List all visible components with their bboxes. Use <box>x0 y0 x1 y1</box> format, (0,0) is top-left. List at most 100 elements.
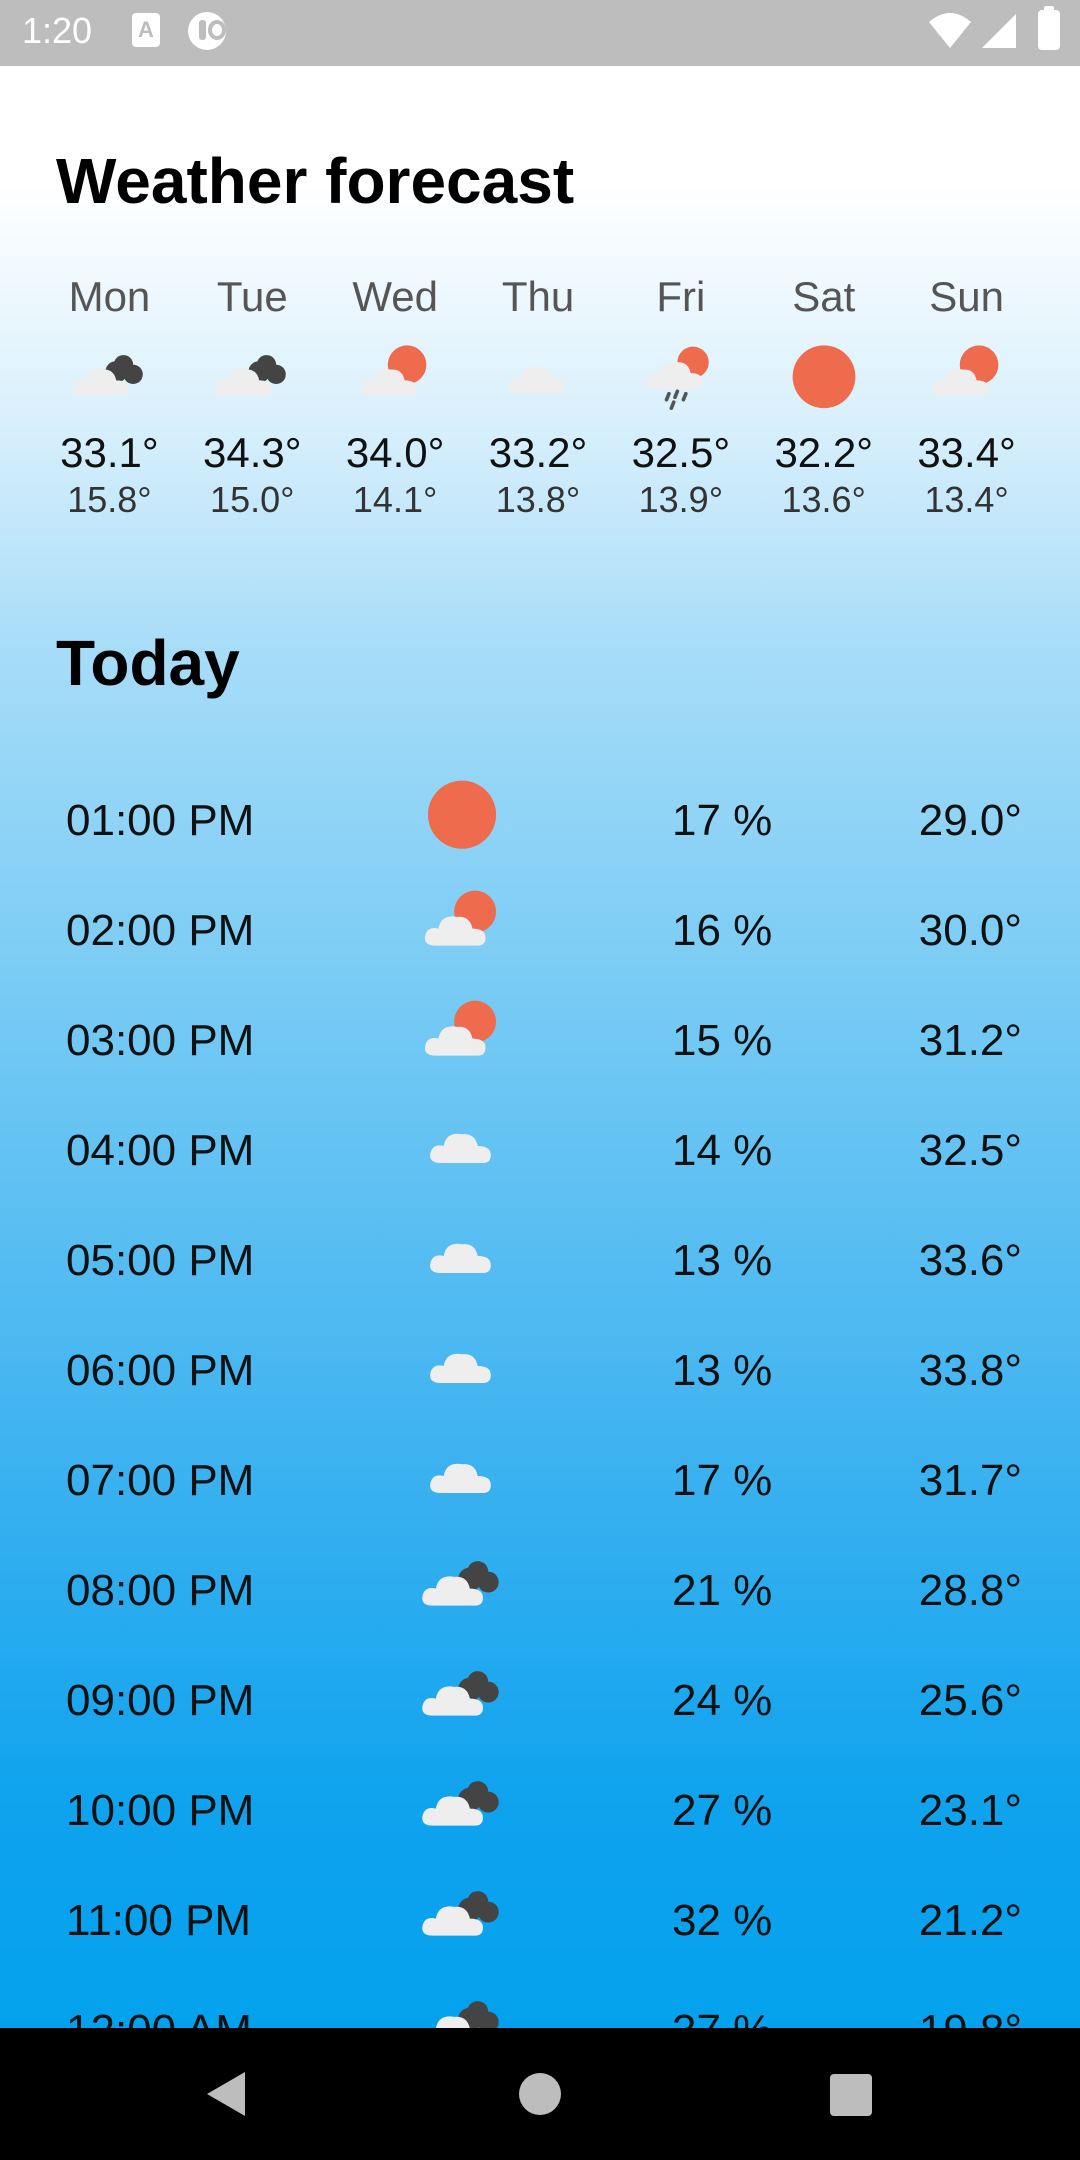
recents-icon[interactable] <box>830 2074 872 2116</box>
day-low-temp: 13.8° <box>495 479 581 520</box>
cloudy-night-icon <box>422 1656 502 1736</box>
precipitation-chance: 15 % <box>672 1016 773 1065</box>
partly-cloudy-icon <box>324 333 467 423</box>
battery-icon <box>1038 6 1060 50</box>
precipitation-chance: 37 % <box>672 2006 772 2028</box>
hour-time: 10:00 PM <box>66 1786 255 1835</box>
hour-temperature: 21.2° <box>918 1896 1022 1945</box>
day-low-temp: 13.9° <box>638 479 724 520</box>
precipitation-chance: 13 % <box>672 1346 773 1395</box>
day-low-temp: 15.8° <box>67 479 152 520</box>
p-notification-icon <box>188 12 226 50</box>
precipitation-chance: 16 % <box>672 906 773 955</box>
precipitation-chance: 24 % <box>672 1676 773 1725</box>
a-notification-icon: A <box>132 13 160 47</box>
sunny-icon <box>422 776 502 856</box>
hour-row: 01:00 PM 17 % 29.0° <box>0 766 1080 876</box>
day-name: Mon <box>68 273 151 320</box>
cloudy-icon <box>422 1326 502 1406</box>
navigation-bar <box>0 2028 1080 2160</box>
hour-row: 11:00 PM 32 % 21.2° <box>0 1866 1080 1976</box>
day-high-temp: 33.2° <box>488 429 588 476</box>
status-time: 1:20 <box>22 10 93 51</box>
day-name: Thu <box>501 273 575 320</box>
day-forecast-thu: Thu 33.2° 13.8° <box>467 273 610 521</box>
hour-time: 05:00 PM <box>66 1236 255 1285</box>
sunny-icon <box>752 333 895 423</box>
hour-row: 05:00 PM 13 % 33.6° <box>0 1206 1080 1316</box>
hour-row: 03:00 PM 15 % 31.2° <box>0 986 1080 1096</box>
precipitation-chance: 17 % <box>672 1456 773 1505</box>
hour-temperature: 30.0° <box>918 906 1022 955</box>
day-high-temp: 33.4° <box>917 429 1016 476</box>
hour-time: 09:00 PM <box>66 1676 255 1725</box>
hour-time: 11:00 PM <box>66 1896 252 1945</box>
hour-row: 04:00 PM 14 % 32.5° <box>0 1096 1080 1206</box>
day-high-temp: 32.5° <box>631 429 731 476</box>
day-forecast-tue: Tue 34.3° 15.0° <box>181 273 324 521</box>
status-bar: 1:20 A <box>0 0 1080 66</box>
cloudy-night-icon <box>422 1766 502 1846</box>
hour-time: 04:00 PM <box>66 1126 255 1175</box>
hour-row: 09:00 PM 24 % 25.6° <box>0 1646 1080 1756</box>
hour-time: 12:00 AM <box>66 2006 252 2028</box>
hour-row: 08:00 PM 21 % 28.8° <box>0 1536 1080 1646</box>
day-name: Sun <box>929 273 1004 320</box>
home-icon[interactable] <box>519 2073 561 2115</box>
precipitation-chance: 17 % <box>672 796 773 845</box>
page-title: Weather forecast <box>56 145 575 217</box>
partly-cloudy-icon <box>422 996 502 1076</box>
day-high-temp: 32.2° <box>774 429 873 476</box>
hour-row: 10:00 PM 27 % 23.1° <box>0 1756 1080 1866</box>
precipitation-chance: 27 % <box>672 1786 773 1835</box>
hour-temperature: 33.8° <box>918 1346 1022 1395</box>
main-content[interactable]: Weather forecast Mon 33.1° 15.8° Tue 34.… <box>0 66 1080 2028</box>
day-forecast-fri: Fri 32.5° 13.9° <box>609 273 752 521</box>
rain-sun-icon <box>609 333 752 423</box>
cloudy-night-icon <box>422 1876 502 1956</box>
precipitation-chance: 14 % <box>672 1126 773 1175</box>
back-icon[interactable] <box>205 2070 249 2118</box>
hour-row: 06:00 PM 13 % 33.8° <box>0 1316 1080 1426</box>
hour-row: 12:00 AM 37 % 19.8° <box>0 1976 1080 2028</box>
hourly-forecast-list[interactable]: 01:00 PM 17 % 29.0° 02:00 PM 16 % 30.0° … <box>0 766 1080 2028</box>
hour-row: 07:00 PM 17 % 31.7° <box>0 1426 1080 1536</box>
day-high-temp: 33.1° <box>60 429 159 476</box>
day-high-temp: 34.0° <box>345 429 445 476</box>
day-low-temp: 14.1° <box>352 479 438 520</box>
day-forecast-mon: Mon 33.1° 15.8° <box>38 273 181 521</box>
hour-row: 02:00 PM 16 % 30.0° <box>0 876 1080 986</box>
day-forecast-wed: Wed 34.0° 14.1° <box>324 273 467 521</box>
day-name: Fri <box>656 273 706 320</box>
day-name: Wed <box>352 273 438 320</box>
hour-temperature: 23.1° <box>918 1786 1022 1835</box>
hour-time: 03:00 PM <box>66 1016 255 1065</box>
cloudy-icon <box>422 1436 502 1516</box>
signal-icon <box>982 14 1016 48</box>
day-high-temp: 34.3° <box>203 429 302 476</box>
today-title: Today <box>56 627 240 699</box>
week-forecast: Mon 33.1° 15.8° Tue 34.3° 15.0° Wed 34.0… <box>38 273 1038 521</box>
partly-cloudy-icon <box>422 886 502 966</box>
hour-time: 08:00 PM <box>66 1566 255 1615</box>
wifi-icon <box>929 13 971 48</box>
cloudy-night-icon <box>38 333 181 423</box>
day-low-temp: 13.4° <box>924 479 1009 520</box>
day-forecast-sat: Sat 32.2° 13.6° <box>752 273 895 521</box>
hour-time: 07:00 PM <box>66 1456 255 1505</box>
precipitation-chance: 13 % <box>672 1236 773 1285</box>
day-low-temp: 13.6° <box>781 479 866 520</box>
hour-temperature: 25.6° <box>918 1676 1022 1725</box>
cloudy-icon <box>467 333 610 423</box>
cloudy-icon <box>422 1216 502 1296</box>
cloudy-night-icon <box>422 1986 502 2028</box>
hour-temperature: 31.7° <box>918 1456 1022 1505</box>
cloudy-night-icon <box>422 1546 502 1626</box>
hour-temperature: 31.2° <box>918 1016 1022 1065</box>
day-low-temp: 15.0° <box>210 479 295 520</box>
hour-temperature: 19.8° <box>919 2006 1022 2028</box>
hour-temperature: 28.8° <box>918 1566 1022 1615</box>
hour-temperature: 33.6° <box>918 1236 1022 1285</box>
hour-time: 02:00 PM <box>66 906 255 955</box>
day-name: Sat <box>792 273 856 320</box>
